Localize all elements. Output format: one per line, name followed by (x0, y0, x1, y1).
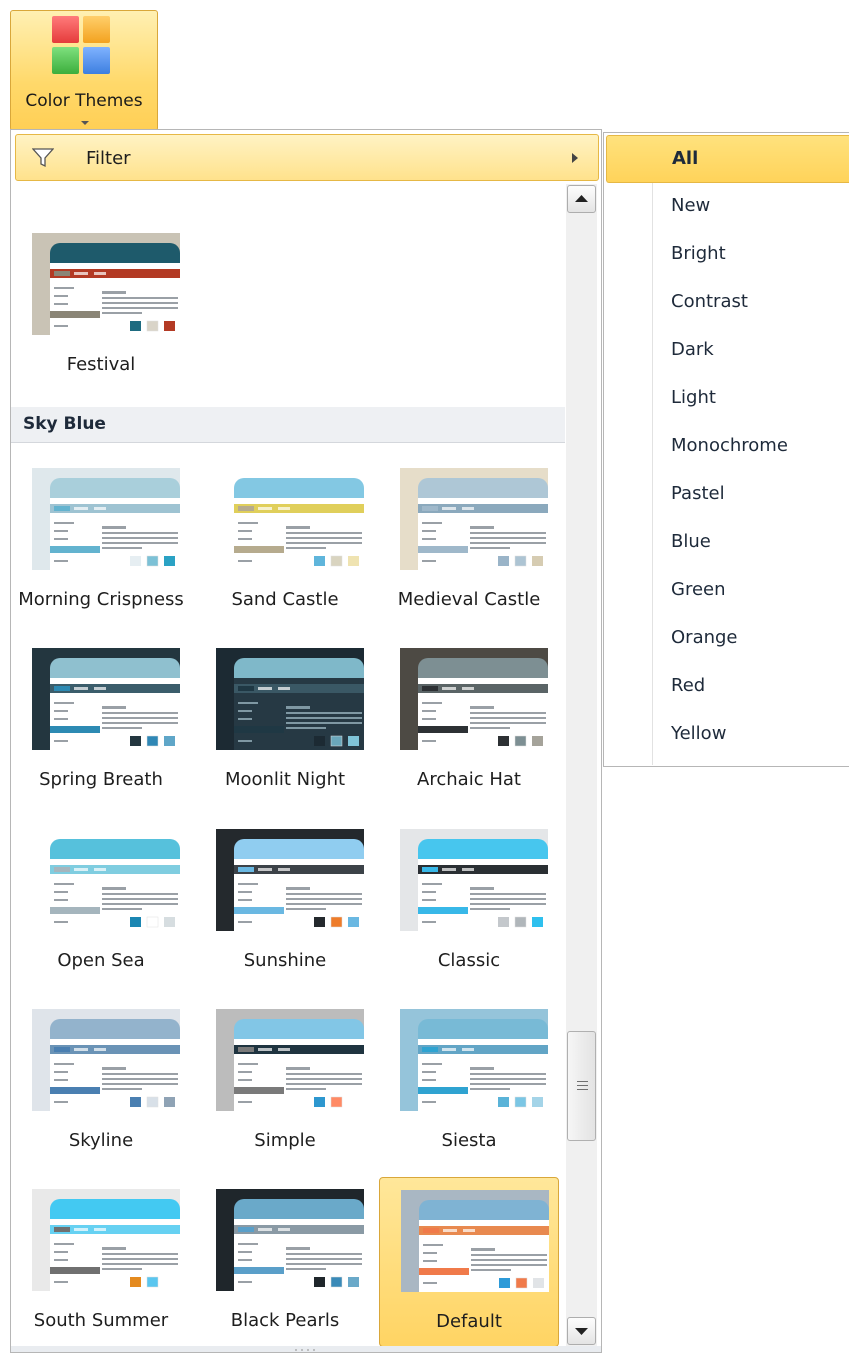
dropdown-arrow-icon (81, 121, 89, 125)
theme-tile-classic[interactable]: Classic (379, 817, 559, 987)
theme-thumbnail (32, 1009, 180, 1111)
scroll-up-button[interactable] (567, 185, 596, 213)
theme-label: Morning Crispness (18, 589, 184, 610)
theme-tile-spring-breath[interactable]: Spring Breath (11, 636, 191, 806)
filter-option-label: Light (671, 387, 716, 408)
filter-option-label: Pastel (671, 483, 725, 504)
theme-thumbnail (400, 648, 548, 750)
filter-option-label: Blue (671, 531, 711, 552)
arrow-down-icon (575, 1328, 588, 1335)
theme-label: Sunshine (243, 950, 327, 971)
theme-label: Moonlit Night (224, 769, 346, 790)
theme-tile-open-sea[interactable]: Open Sea (11, 817, 191, 987)
color-themes-icon (52, 16, 110, 74)
theme-label: Open Sea (57, 950, 145, 971)
theme-tile-skyline[interactable]: Skyline (11, 997, 191, 1167)
grip-line (577, 1089, 588, 1090)
theme-thumbnail (32, 829, 180, 931)
filter-option-dark[interactable]: Dark (604, 327, 849, 375)
scroll-thumb[interactable] (567, 1031, 596, 1141)
filter-option-bright[interactable]: Bright (604, 231, 849, 279)
filter-option-orange[interactable]: Orange (604, 615, 849, 663)
filter-option-all[interactable]: All (606, 135, 849, 183)
theme-label: Festival (66, 354, 136, 375)
filter-option-yellow[interactable]: Yellow (604, 711, 849, 759)
theme-label: Siesta (441, 1130, 497, 1151)
theme-thumbnail (216, 1009, 364, 1111)
theme-tile-morning-crispness[interactable]: Morning Crispness (11, 456, 191, 626)
filter-option-green[interactable]: Green (604, 567, 849, 615)
filter-option-blue[interactable]: Blue (604, 519, 849, 567)
filter-option-label: Orange (671, 627, 738, 648)
filter-icon (32, 148, 54, 168)
filter-option-pastel[interactable]: Pastel (604, 471, 849, 519)
theme-thumbnail (400, 468, 548, 570)
theme-tile-archaic-hat[interactable]: Archaic Hat (379, 636, 559, 806)
theme-tile-medieval-castle[interactable]: Medieval Castle (379, 456, 559, 626)
theme-label: Medieval Castle (397, 589, 541, 610)
filter-submenu: All New Bright Contrast Dark Light Monochrome P… (603, 132, 849, 767)
theme-thumbnail (32, 468, 180, 570)
theme-label: Archaic Hat (417, 769, 521, 790)
theme-label: South Summer (33, 1310, 169, 1331)
filter-option-new[interactable]: New (604, 183, 849, 231)
grip-line (577, 1081, 588, 1082)
theme-label: Classic (437, 950, 501, 971)
theme-label: Black Pearls (230, 1310, 340, 1331)
theme-tile-south-summer[interactable]: South Summer (11, 1177, 191, 1346)
theme-tile-festival[interactable]: Festival (11, 221, 191, 391)
filter-option-label: Red (671, 675, 706, 696)
theme-thumbnail (216, 468, 364, 570)
theme-thumbnail (32, 648, 180, 750)
filter-menu-item[interactable]: Filter (15, 134, 599, 181)
scroll-down-button[interactable] (567, 1317, 596, 1345)
theme-thumbnail (216, 648, 364, 750)
theme-label: Simple (254, 1130, 316, 1151)
resize-handle[interactable] (11, 1346, 601, 1352)
theme-label: Sand Castle (231, 589, 339, 610)
filter-option-monochrome[interactable]: Monochrome (604, 423, 849, 471)
theme-tile-siesta[interactable]: Siesta (379, 997, 559, 1167)
theme-thumbnail (32, 233, 180, 335)
section-header: Sky Blue (11, 407, 565, 443)
theme-label: Default (436, 1311, 502, 1332)
filter-option-contrast[interactable]: Contrast (604, 279, 849, 327)
theme-tile-default[interactable]: Default (379, 1177, 559, 1346)
theme-thumbnail (216, 1189, 364, 1291)
color-themes-gallery: Filter Sky Blue Festival Morning Crispne… (10, 129, 602, 1353)
filter-option-label: Bright (671, 243, 726, 264)
theme-tile-black-pearls[interactable]: Black Pearls (195, 1177, 375, 1346)
theme-thumbnail (32, 1189, 180, 1291)
filter-option-light[interactable]: Light (604, 375, 849, 423)
filter-option-label: Dark (671, 339, 714, 360)
filter-option-label: Yellow (671, 723, 727, 744)
arrow-up-icon (575, 195, 588, 202)
theme-thumbnail (400, 829, 548, 931)
theme-tile-sunshine[interactable]: Sunshine (195, 817, 375, 987)
section-title: Sky Blue (23, 414, 106, 434)
filter-option-label: Monochrome (671, 435, 788, 456)
color-themes-button[interactable]: Color Themes (10, 10, 158, 131)
filter-option-label: All (672, 148, 699, 169)
submenu-arrow-icon (572, 153, 578, 163)
theme-label: Skyline (68, 1130, 134, 1151)
theme-tile-simple[interactable]: Simple (195, 997, 375, 1167)
theme-tile-moonlit-night[interactable]: Moonlit Night (195, 636, 375, 806)
grip-line (577, 1085, 588, 1086)
filter-option-label: Green (671, 579, 726, 600)
theme-gallery-list: Sky Blue Festival Morning Crispness Sand… (11, 184, 565, 1346)
filter-option-red[interactable]: Red (604, 663, 849, 711)
filter-label: Filter (86, 148, 131, 169)
theme-thumbnail (400, 1009, 548, 1111)
color-themes-label: Color Themes (25, 91, 143, 111)
filter-option-label: Contrast (671, 291, 748, 312)
theme-label: Spring Breath (39, 769, 163, 790)
vertical-scrollbar[interactable] (566, 184, 597, 1346)
theme-thumbnail (401, 1190, 549, 1292)
theme-tile-sand-castle[interactable]: Sand Castle (195, 456, 375, 626)
theme-thumbnail (216, 829, 364, 931)
filter-option-label: New (671, 195, 711, 216)
